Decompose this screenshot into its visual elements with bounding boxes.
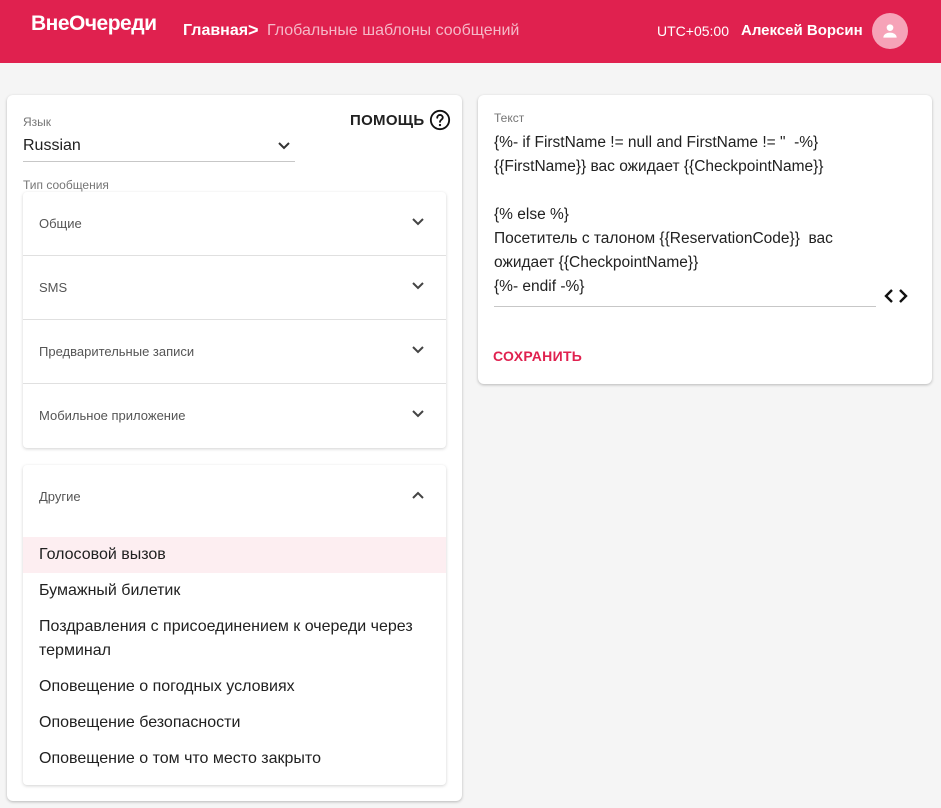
- breadcrumb-home[interactable]: Главная: [183, 22, 248, 40]
- list-item-security-alert[interactable]: Оповещение безопасности: [23, 705, 446, 741]
- list-item-voice-call[interactable]: Голосовой вызов: [23, 537, 446, 573]
- panel-reservations[interactable]: Предварительные записи: [23, 320, 446, 384]
- chevron-down-icon[interactable]: [277, 141, 291, 151]
- chevron-up-icon: [412, 491, 424, 499]
- panel-title: SMS: [39, 280, 68, 295]
- panel-title: Мобильное приложение: [39, 408, 186, 423]
- other-message-list: Голосовой вызов Бумажный билетик Поздрав…: [23, 537, 446, 777]
- textarea-underline: [494, 306, 876, 307]
- template-line: {{FirstName}} вас ожидает {{CheckpointNa…: [494, 158, 824, 175]
- code-icon[interactable]: [884, 287, 908, 305]
- template-line: [494, 179, 876, 203]
- user-name[interactable]: Алексей Ворсин: [741, 22, 863, 39]
- chevron-down-icon: [412, 346, 424, 354]
- chevron-down-icon: [412, 282, 424, 290]
- brand-logo[interactable]: ВнеОчереди: [31, 12, 157, 36]
- timezone-label: UTC+05:00: [657, 23, 729, 39]
- message-type-panels: Общие SMS Предварительные записи Мобильн…: [23, 192, 446, 448]
- help-circle-icon: [430, 109, 451, 131]
- save-button[interactable]: СОХРАНИТЬ: [493, 348, 582, 364]
- panel-other: Другие Голосовой вызов Бумажный билетик …: [23, 465, 446, 785]
- language-select[interactable]: Russian: [23, 137, 81, 155]
- list-item-place-closed[interactable]: Оповещение о том что место закрыто: [23, 741, 446, 777]
- language-label: Язык: [23, 115, 52, 129]
- breadcrumb-current: Глобальные шаблоны сообщений: [267, 22, 520, 39]
- template-line: ожидает {{CheckpointName}}: [494, 254, 699, 271]
- template-line: {%- if FirstName != null and FirstName !…: [494, 134, 819, 151]
- panel-general[interactable]: Общие: [23, 192, 446, 256]
- help-label: ПОМОЩЬ: [350, 111, 425, 129]
- text-label: Текст: [494, 111, 525, 125]
- breadcrumb-separator: >: [248, 20, 259, 40]
- template-line: {% else %}: [494, 206, 569, 223]
- panel-mobile-app[interactable]: Мобильное приложение: [23, 384, 446, 448]
- person-icon: [883, 24, 897, 38]
- panel-sms[interactable]: SMS: [23, 256, 446, 320]
- panel-title: Общие: [39, 216, 82, 231]
- template-textarea[interactable]: {%- if FirstName != null and FirstName !…: [494, 131, 876, 299]
- list-item-weather-alert[interactable]: Оповещение о погодных условиях: [23, 669, 446, 705]
- template-line: Посетитель с талоном {{ReservationCode}}…: [494, 230, 833, 247]
- chevron-down-icon: [412, 218, 424, 226]
- settings-card: Язык Russian ПОМОЩЬ Тип сообщения Общие …: [7, 95, 462, 801]
- panel-title: Другие: [39, 489, 81, 504]
- chevron-down-icon: [412, 410, 424, 418]
- list-item-paper-ticket[interactable]: Бумажный билетик: [23, 573, 446, 609]
- message-type-label: Тип сообщения: [23, 178, 109, 192]
- panel-other-header[interactable]: Другие: [23, 465, 446, 537]
- template-editor-card: Текст {%- if FirstName != null and First…: [478, 95, 932, 384]
- template-line: {%- endif -%}: [494, 278, 585, 295]
- list-item-terminal-greeting[interactable]: Поздравления с присоединением к очереди …: [23, 609, 446, 669]
- top-app-bar: ВнеОчереди Главная > Глобальные шаблоны …: [0, 0, 941, 63]
- panel-title: Предварительные записи: [39, 344, 195, 359]
- language-underline: [23, 161, 295, 162]
- help-button[interactable]: ПОМОЩЬ: [350, 109, 451, 131]
- user-avatar[interactable]: [872, 13, 908, 49]
